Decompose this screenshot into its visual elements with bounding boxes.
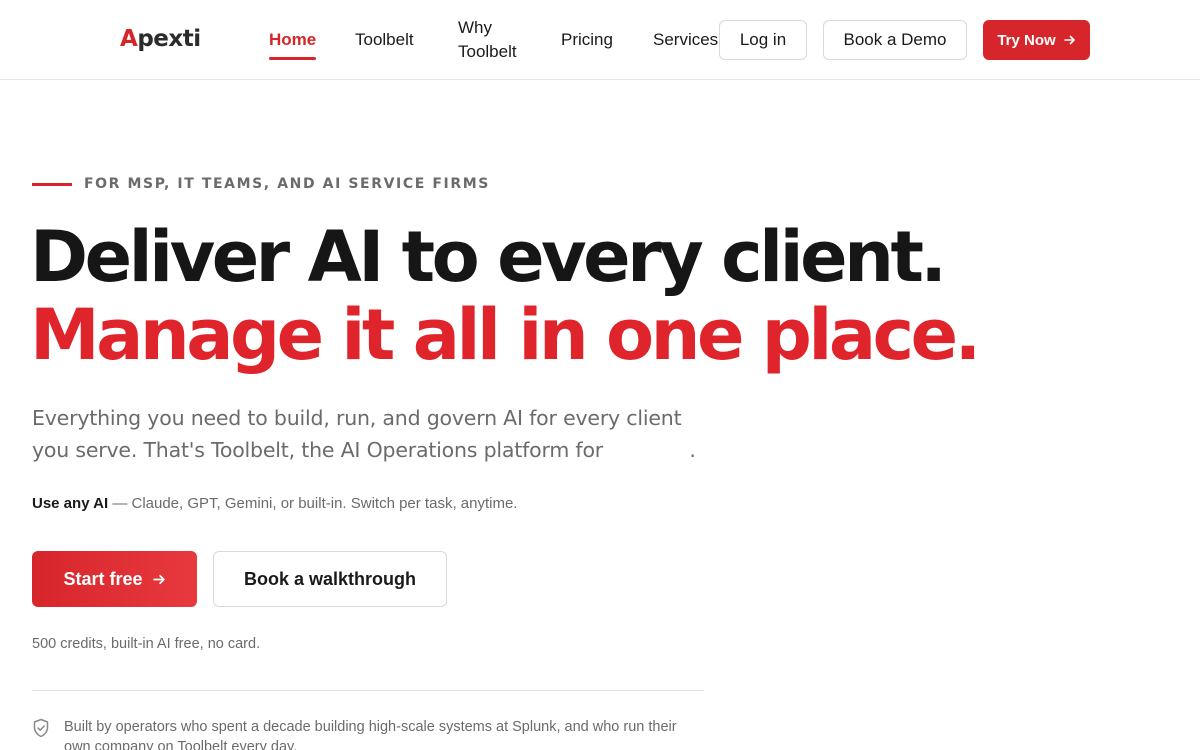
arrow-right-icon	[1063, 35, 1075, 45]
nav-services[interactable]: Services	[653, 28, 718, 52]
shield-check-icon	[33, 718, 49, 738]
nav-pricing[interactable]: Pricing	[561, 28, 613, 52]
eyebrow-text: FOR MSP, IT TEAMS, AND AI SERVICE FIRMS	[84, 176, 490, 192]
eyebrow-accent-line	[32, 182, 72, 186]
login-button[interactable]: Log in	[719, 20, 807, 60]
trust-note: Built by operators who spent a decade bu…	[32, 717, 712, 750]
book-demo-button[interactable]: Book a Demo	[823, 20, 967, 60]
book-walkthrough-button[interactable]: Book a walkthrough	[213, 551, 447, 607]
nav-toolbelt[interactable]: Toolbelt	[355, 28, 414, 52]
hero-headline: Deliver AI to every client. Manage it al…	[30, 216, 981, 376]
subhead-period: .	[689, 438, 696, 462]
credits-note: 500 credits, built-in AI free, no card.	[32, 636, 261, 652]
hero-subhead: Everything you need to build, run, and g…	[32, 402, 712, 466]
trust-text: Built by operators who spent a decade bu…	[64, 719, 677, 750]
nav-home[interactable]: Home	[269, 28, 317, 60]
headline-line-2: Manage it all in one place.	[30, 294, 981, 376]
use-any-ai-text: — Claude, GPT, Gemini, or built-in. Swit…	[108, 495, 518, 512]
hero-eyebrow: FOR MSP, IT TEAMS, AND AI SERVICE FIRMS	[32, 176, 490, 192]
nav-why-toolbelt[interactable]: Why Toolbelt	[458, 16, 538, 64]
apexti-logo[interactable]: Apexti	[120, 24, 201, 54]
start-free-label: Start free	[63, 568, 143, 589]
logo-wordmark: Apexti	[120, 26, 201, 52]
use-any-ai-label: Use any AI	[32, 495, 109, 512]
arrow-right-icon	[152, 574, 165, 584]
headline-line-1: Deliver AI to every client.	[30, 216, 947, 298]
start-free-button[interactable]: Start free	[32, 551, 197, 607]
use-any-ai-note: Use any AI — Claude, GPT, Gemini, or bui…	[32, 495, 517, 512]
try-now-label: Try Now	[997, 31, 1056, 49]
hero-divider	[32, 690, 704, 691]
try-now-button[interactable]: Try Now	[983, 20, 1090, 60]
subhead-text: Everything you need to build, run, and g…	[32, 406, 682, 462]
site-header: Apexti Home Toolbelt Why Toolbelt Pricin…	[0, 0, 1200, 80]
